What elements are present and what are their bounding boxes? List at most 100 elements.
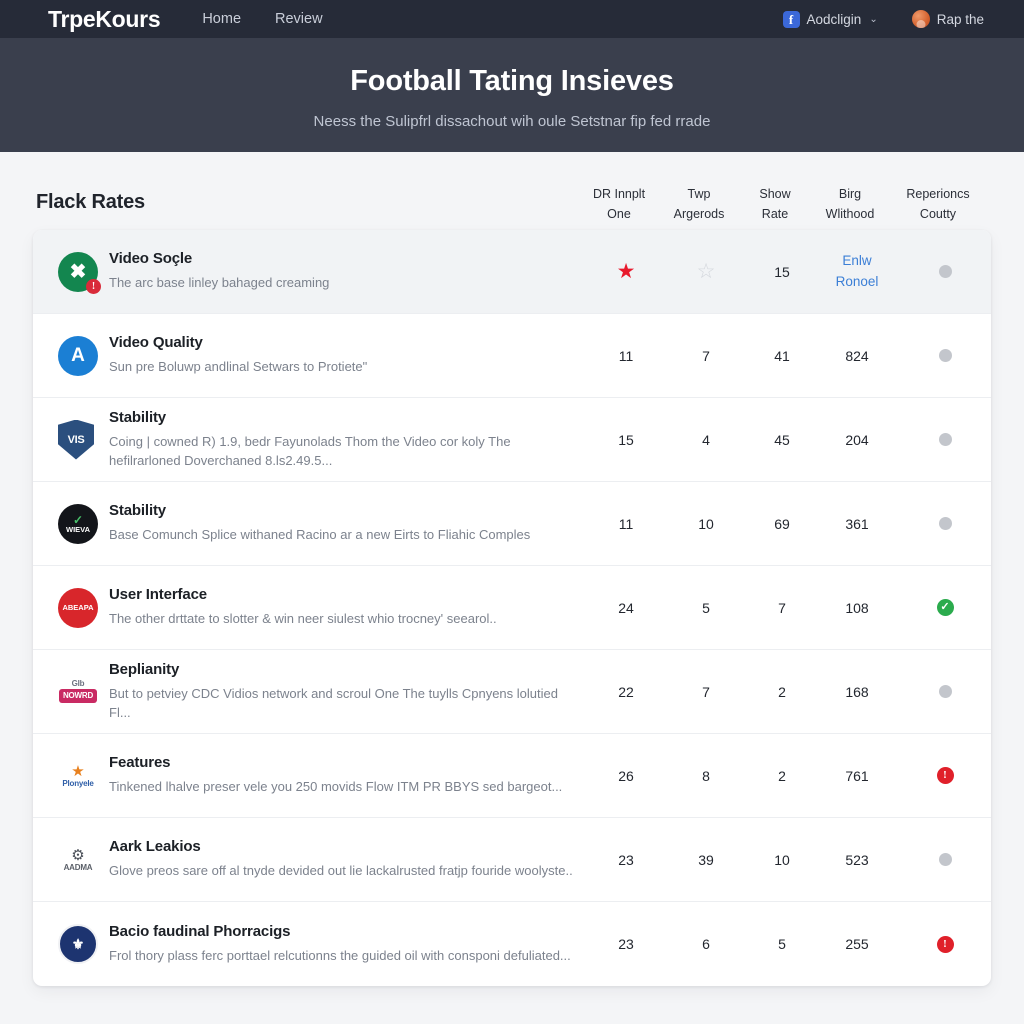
table-row[interactable]: ⚜ Bacio faudinal Phorracigs Frol thory pla… [33,902,991,986]
logo-text: NOWRD [58,689,98,703]
logo-cell: ⚜ [47,924,109,964]
nav-links: Home Review [202,11,322,27]
section-title: Flack Rates [36,191,145,213]
info-cell: Features Tinkened lhalve preser vele you … [109,754,589,796]
circle-logo-icon: ABEAPA [58,587,98,628]
table-row[interactable]: VIS Stability Coing | cowned R) 1.9, bedr … [33,398,991,482]
ratings-table: ✖! Video Soçle The arc base linley bahaged… [33,230,991,986]
link-line-1: Enlw [842,253,872,269]
item-description: But to petviey CDC Vidios network and sc… [109,686,558,720]
item-title[interactable]: Stability [109,502,573,519]
shield-icon: VIS [58,419,94,460]
logo-cell: VIS [47,419,109,460]
metric-value: 11 [618,347,634,364]
metric-value: 4 [702,431,710,448]
nav-right-group: f Aodcligin ⌄ Rap the [782,10,1006,28]
hero-banner: Football Tating Insieves Neess the Sulip… [0,38,1024,152]
status-dot-gray-icon [938,433,952,446]
column-header-show-rate[interactable]: Show Rate [742,185,808,224]
circle-logo-icon: A [58,335,98,376]
info-cell: Video Soçle The arc base linley bahaged c… [109,250,589,292]
provider-logo: ✖! [58,251,101,294]
circle-logo-icon: ✓ WIEVA [58,503,98,544]
status-dot-gray-icon [938,265,952,278]
provider-logo: ⚙ AADMA [58,840,98,880]
status-badge: ✓ [899,599,991,616]
metric-value: 45 [774,431,790,448]
page-subtitle: Neess the Sulipfrl dissachout wih oule S… [313,112,711,130]
avatar [911,10,930,28]
logo-text: Plonyele [62,778,94,788]
section-header: Flack Rates DR Innplt One Twp Argerods S… [0,152,1024,230]
table-row[interactable]: ✖! Video Soçle The arc base linley bahaged… [33,230,991,314]
logo-cell: ⚙ AADMA [47,840,109,880]
metric-value: 22 [618,683,634,700]
provider-logo: A [58,335,98,376]
metric-value: 7 [778,599,786,616]
metric-value: 168 [845,683,869,700]
metric-value: 11 [618,515,634,532]
logo-text: WIEVA [65,524,91,534]
item-description: Coing | cowned R) 1.9, bedr Fayunolads T… [109,434,511,468]
column-header-reperioncs-coutty[interactable]: Reperioncs Coutty [892,185,984,224]
item-title[interactable]: Video Soçle [109,250,573,267]
table-row[interactable]: ★ Plonyele Features Tinkened lhalve preser … [33,734,991,818]
info-cell: Stability Base Comunch Splice withaned Ra… [109,502,589,544]
info-cell: Video Quality Sun pre Boluwp andlinal Set… [109,334,589,376]
table-row[interactable]: ✓ WIEVA Stability Base Comunch Splice witha… [33,482,991,566]
item-title[interactable]: Features [109,754,573,771]
status-dot [899,685,991,698]
logo-cell: ★ Plonyele [47,756,109,796]
item-title[interactable]: User Interface [109,586,573,603]
status-dot-gray-icon [938,349,952,362]
star-glyph: ☆ [696,260,716,283]
user-menu[interactable]: Rap the [911,10,984,28]
status-dot [899,853,991,866]
metric-value: 361 [845,515,869,532]
provider-logo: VIS [58,419,98,460]
badge-logo-icon: GIb NOWRD [58,672,98,712]
item-description: Tinkened lhalve preser vele you 250 movi… [109,779,563,795]
metric-value: 204 [845,431,869,448]
mark-logo-icon: ★ Plonyele [58,756,98,796]
info-cell: User Interface The other drttate to slott… [109,586,589,628]
review-link[interactable]: Enlw Ronoel [815,251,899,292]
status-dot [899,349,991,362]
item-title[interactable]: Aark Leakios [109,838,573,855]
item-title[interactable]: Video Quality [109,334,573,351]
star-glyph: ★ [616,260,636,283]
metric-value: 7 [702,347,710,364]
alert-circle-icon: ! [936,935,954,953]
column-header-birg-wlithood[interactable]: Birg Wlithood [808,185,892,224]
metric-value: 8 [702,767,710,784]
column-header-dr-innplt-one[interactable]: DR Innplt One [582,185,656,224]
status-dot-gray-icon [938,517,952,530]
item-description: The arc base linley bahaged creaming [109,275,330,291]
column-header-twp-argerods[interactable]: Twp Argerods [656,185,742,224]
status-dot [899,433,991,446]
metric-value: 15 [774,263,790,280]
star-filled-icon[interactable]: ★ [589,261,663,282]
metric-value: 2 [778,767,786,784]
crest-icon: ⚜ [58,924,98,964]
item-description: Base Comunch Splice withaned Racino ar a… [109,527,531,543]
item-title[interactable]: Bacio faudinal Phorracigs [109,923,573,940]
nav-link-home[interactable]: Home [202,11,241,27]
table-row[interactable]: ABEAPA User Interface The other drttate to… [33,566,991,650]
table-row[interactable]: ⚙ AADMA Aark Leakios Glove preos sare off a… [33,818,991,902]
account-login-menu[interactable]: f Aodcligin ⌄ [782,10,878,28]
metric-value: 255 [845,936,869,952]
metric-value: 24 [618,599,634,616]
nav-link-review[interactable]: Review [275,11,323,27]
app-page: TrpeKours Home Review f Aodcligin ⌄ Rap … [0,0,1024,1024]
star-empty-icon[interactable]: ☆ [663,261,749,282]
item-title[interactable]: Beplianity [109,661,573,678]
info-cell: Bacio faudinal Phorracigs Frol thory plas… [109,923,589,965]
user-label: Rap the [936,11,984,27]
item-title[interactable]: Stability [109,409,573,426]
main-content: Flack Rates DR Innplt One Twp Argerods S… [0,152,1024,1024]
table-row[interactable]: A Video Quality Sun pre Boluwp andlinal Se… [33,314,991,398]
metric-value: 761 [845,767,869,784]
table-row[interactable]: GIb NOWRD Beplianity But to petviey CDC Vid… [33,650,991,734]
brand-logo[interactable]: TrpeKours [48,6,161,33]
